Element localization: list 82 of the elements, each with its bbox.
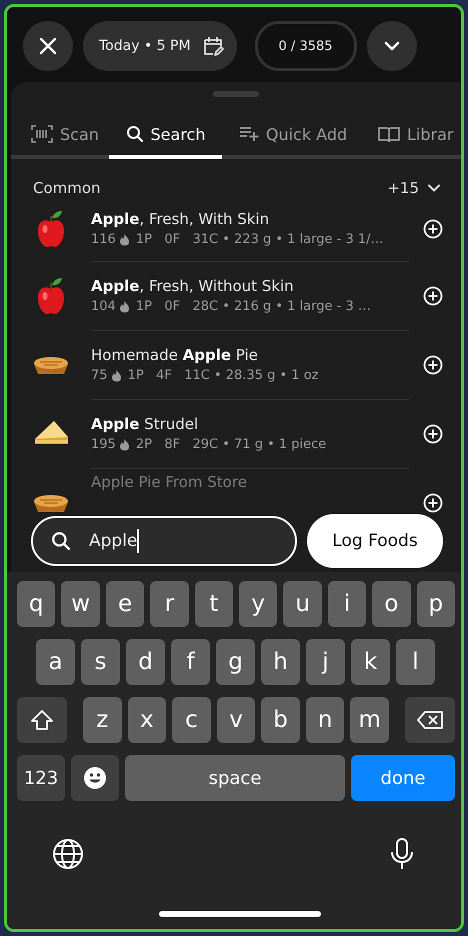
add-icon [423,354,443,374]
section-title: Common [33,179,101,197]
key[interactable]: l [396,639,435,685]
key[interactable]: e [106,581,144,627]
chevron-down-icon [382,40,401,52]
backspace-icon [416,710,444,730]
food-details: 1P 4F 11C • 28.35 g • 1 oz [128,368,318,382]
search-icon [51,531,71,551]
food-details: 1P 0F 31C • 223 g • 1 large - 3 1/… [136,232,384,247]
expand-button[interactable]: +15 [387,179,441,197]
key[interactable]: w [61,581,100,627]
key[interactable]: h [261,639,300,685]
flame-icon [118,438,130,450]
flame-icon [110,368,122,382]
shift-icon [30,709,54,731]
log-foods-button[interactable]: Log Foods [307,514,443,568]
chevron-down-icon [427,183,441,193]
tab[interactable]: Search [109,119,222,149]
food-name: Apple Pie From Store [91,473,248,491]
key[interactable]: z [83,697,122,743]
microphone-icon[interactable] [389,837,415,871]
add-icon [423,424,443,444]
tab[interactable]: Librar [364,119,461,149]
space-key[interactable]: space [125,755,345,801]
key[interactable]: c [172,697,211,743]
key[interactable]: v [216,697,256,743]
apple-icon [36,276,66,314]
key[interactable]: o [372,581,411,627]
food-name: Apple Strudel [91,414,200,432]
numbers-key[interactable]: 123 [17,755,65,801]
key[interactable]: b [261,697,300,743]
tab[interactable]: Scan [11,119,109,149]
search-icon [126,125,144,143]
add-icon [423,492,443,512]
food-name: Apple, Fresh, Without Skin [91,276,295,294]
close-button[interactable] [23,21,73,71]
calories-text: 75 [91,368,108,382]
key[interactable]: q [17,581,56,627]
key[interactable]: f [171,639,210,685]
emoji-key[interactable] [71,755,119,801]
calories-text: 116 [91,232,116,247]
search-field[interactable]: Apple [31,516,297,566]
key[interactable]: d [126,639,165,685]
food-name: Homemade Apple Pie [91,346,259,364]
smiley-icon [83,766,107,790]
key[interactable]: n [306,697,344,743]
key[interactable]: i [328,581,366,627]
add-icon [423,219,443,239]
key[interactable]: x [128,697,166,743]
flame-icon [118,300,130,312]
key[interactable]: p [416,581,456,627]
key[interactable]: u [283,581,322,627]
key[interactable]: y [239,581,278,627]
apple-icon [36,210,66,248]
drag-handle[interactable] [213,91,259,97]
food-name: Apple, Fresh, With Skin [91,210,270,228]
shift-key[interactable] [17,697,67,743]
calories-text: 104 [91,298,116,314]
key[interactable]: t [194,581,234,627]
list-add-icon [238,126,259,142]
key[interactable]: m [350,697,390,743]
key[interactable]: s [81,639,120,685]
key[interactable]: k [351,639,390,685]
calorie-counter: 0 / 3585 [254,21,357,71]
add-icon [423,286,443,306]
flame-icon [118,233,130,246]
food-details: 1P 0F 28C • 216 g • 1 large - 3 … [136,298,371,314]
date-time-button[interactable]: Today • 5 PM [83,21,237,71]
key[interactable]: j [306,639,345,685]
book-icon [378,125,400,143]
tab[interactable]: Quick Add [222,119,364,149]
key[interactable]: r [150,581,189,627]
food-details: 2P 8F 29C • 71 g • 1 piece [136,436,326,452]
date-time-label: Today • 5 PM [99,38,191,54]
barcode-icon [31,125,53,143]
close-icon [38,36,58,56]
key[interactable]: a [36,639,75,685]
done-key[interactable]: done [351,755,455,801]
calories-text: 195 [91,436,116,452]
key[interactable]: g [216,639,255,685]
backspace-key[interactable] [405,697,455,743]
globe-icon[interactable] [51,837,85,871]
